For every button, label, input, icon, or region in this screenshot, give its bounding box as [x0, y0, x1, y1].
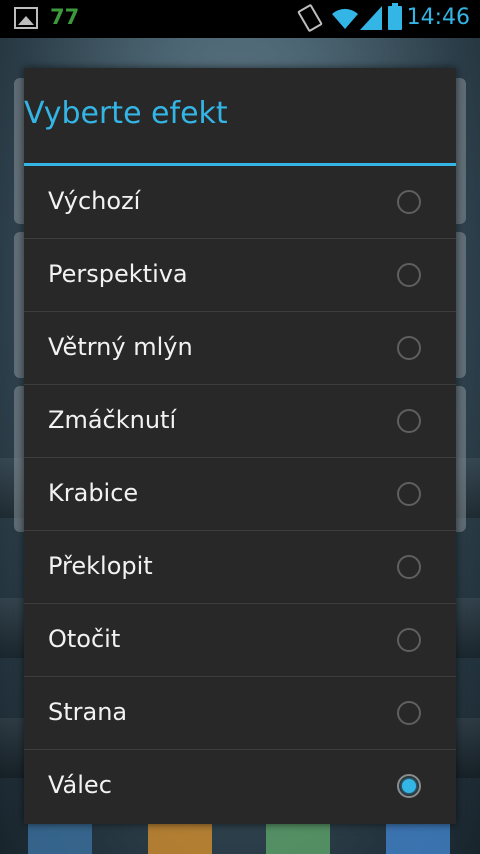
radio-button[interactable] [397, 555, 421, 579]
effect-options-list: Výchozí Perspektiva Větrný mlýn Zmáčknut… [24, 166, 456, 823]
radio-button[interactable] [397, 701, 421, 725]
option-row[interactable]: Zmáčknutí [24, 385, 456, 458]
radio-button[interactable] [397, 336, 421, 360]
option-row[interactable]: Překlopit [24, 531, 456, 604]
option-label: Otočit [48, 625, 121, 653]
option-row[interactable]: Výchozí [24, 166, 456, 239]
option-row[interactable]: Perspektiva [24, 239, 456, 312]
status-bar: 77 14:46 [0, 0, 480, 38]
vibrate-icon [297, 3, 323, 33]
radio-button[interactable] [397, 190, 421, 214]
radio-button-selected[interactable] [397, 774, 421, 798]
radio-button[interactable] [397, 409, 421, 433]
option-label: Strana [48, 698, 128, 726]
status-time: 14:46 [406, 5, 470, 30]
option-label: Perspektiva [48, 260, 188, 288]
radio-button[interactable] [397, 482, 421, 506]
option-label: Větrný mlýn [48, 333, 193, 361]
option-row[interactable]: Krabice [24, 458, 456, 531]
battery-icon [388, 3, 402, 30]
option-row[interactable]: Větrný mlýn [24, 312, 456, 385]
option-row[interactable]: Otočit [24, 604, 456, 677]
option-row[interactable]: Válec [24, 750, 456, 823]
option-label: Krabice [48, 479, 139, 507]
option-label: Překlopit [48, 552, 153, 580]
notification-count: 77 [50, 5, 80, 29]
gallery-icon [14, 7, 38, 29]
option-label: Zmáčknutí [48, 406, 177, 434]
radio-button[interactable] [397, 263, 421, 287]
option-label: Válec [48, 771, 112, 799]
dialog-title: Vyberte efekt [24, 96, 228, 131]
radio-button[interactable] [397, 628, 421, 652]
option-label: Výchozí [48, 187, 141, 215]
option-row[interactable]: Strana [24, 677, 456, 750]
wifi-icon [332, 8, 358, 29]
signal-icon [360, 6, 382, 30]
